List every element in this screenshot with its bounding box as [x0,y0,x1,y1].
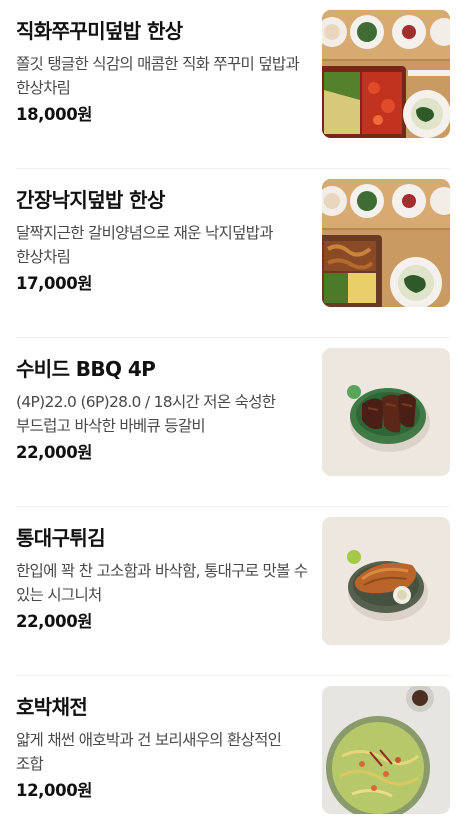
menu-item[interactable]: 간장낙지덮밥 한상 달짝지근한 갈비양념으로 재운 낙지덮밥과 한상차림 17,… [16,169,450,338]
menu-item-text: 수비드 BBQ 4P (4P)22.0 (6P)28.0 / 18시간 저온 숙… [16,354,308,466]
menu-item-text: 직화쭈꾸미덮밥 한상 쫄깃 탱글한 식감의 매콤한 직화 쭈꾸미 덮밥과 한상차… [16,16,308,128]
menu-item-price: 12,000원 [16,781,93,800]
menu-item-name: 호박채전 [16,695,88,719]
fried-cod-photo [322,517,450,645]
zucchini-pancake-photo [322,686,450,814]
jjukkumi-set-meal-photo [322,10,450,138]
menu-item-description: 달짝지근한 갈비양념으로 재운 낙지덮밥과 한상차림 [16,224,273,266]
menu-item-price: 18,000원 [16,105,93,124]
menu-list: 직화쭈꾸미덮밥 한상 쫄깃 탱글한 식감의 매콤한 직화 쭈꾸미 덮밥과 한상차… [0,0,466,830]
menu-item-text: 통대구튀김 한입에 꽉 찬 고소함과 바삭함, 통대구로 맛볼 수 있는 시그니… [16,523,308,635]
menu-item-description: 쫄깃 탱글한 식감의 매콤한 직화 쭈꾸미 덮밥과 한상차림 [16,55,300,97]
menu-item-name: 직화쭈꾸미덮밥 한상 [16,19,183,43]
menu-item-price: 22,000원 [16,612,93,631]
menu-item-text: 호박채전 얇게 채썬 애호박과 건 보리새우의 환상적인 조합 12,000원 [16,692,308,804]
menu-item-text: 간장낙지덮밥 한상 달짝지근한 갈비양념으로 재운 낙지덮밥과 한상차림 17,… [16,185,308,297]
menu-item-name: 수비드 BBQ 4P [16,357,156,381]
menu-item-description: 얇게 채썬 애호박과 건 보리새우의 환상적인 조합 [16,731,282,773]
menu-item-price: 17,000원 [16,274,93,293]
menu-item-name: 통대구튀김 [16,526,106,550]
menu-item[interactable]: 통대구튀김 한입에 꽉 찬 고소함과 바삭함, 통대구로 맛볼 수 있는 시그니… [16,507,450,676]
menu-item-price: 22,000원 [16,443,93,462]
menu-item-name: 간장낙지덮밥 한상 [16,188,165,212]
menu-item[interactable]: 호박채전 얇게 채썬 애호박과 건 보리새우의 환상적인 조합 12,000원 [16,676,450,830]
menu-item[interactable]: 직화쭈꾸미덮밥 한상 쫄깃 탱글한 식감의 매콤한 직화 쭈꾸미 덮밥과 한상차… [16,0,450,169]
nakji-set-meal-photo [322,179,450,307]
menu-item-description: (4P)22.0 (6P)28.0 / 18시간 저온 숙성한 부드럽고 바삭한… [16,393,276,435]
menu-item[interactable]: 수비드 BBQ 4P (4P)22.0 (6P)28.0 / 18시간 저온 숙… [16,338,450,507]
menu-item-description: 한입에 꽉 찬 고소함과 바삭함, 통대구로 맛볼 수 있는 시그니처 [16,562,308,604]
bbq-ribs-photo [322,348,450,476]
